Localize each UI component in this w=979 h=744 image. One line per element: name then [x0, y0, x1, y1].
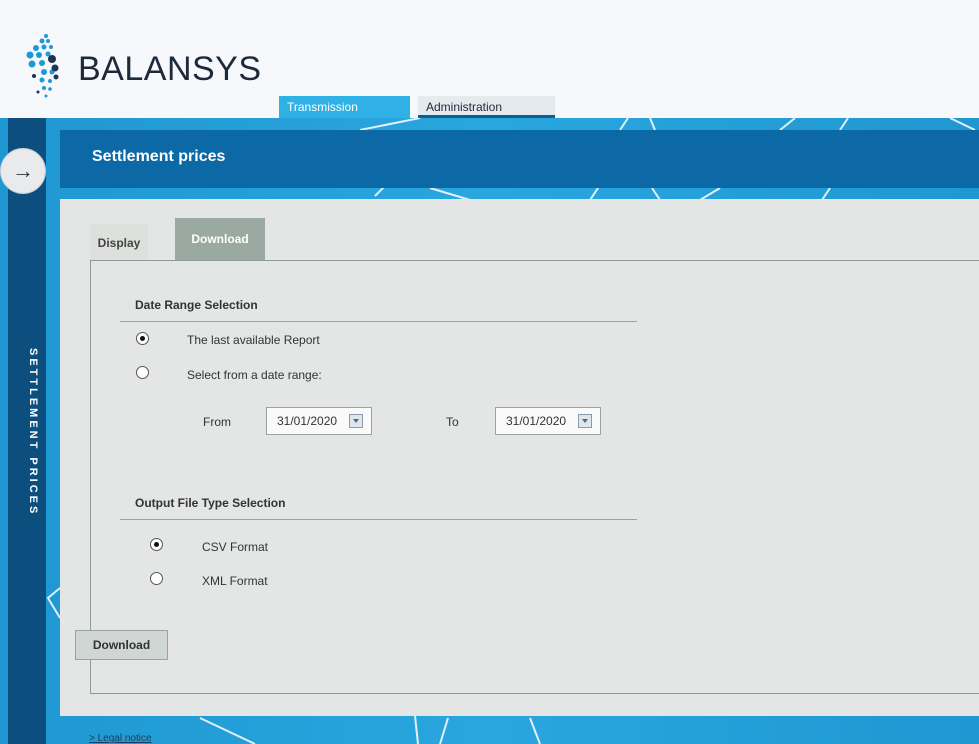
output-type-title: Output File Type Selection: [135, 496, 286, 510]
radio-xml[interactable]: [150, 572, 163, 585]
tab-download[interactable]: Download: [175, 218, 265, 260]
brand-name: BALANSYS: [78, 50, 262, 88]
csv-label: CSV Format: [202, 540, 269, 554]
download-form: [90, 260, 979, 694]
nav-tab-administration[interactable]: Administration: [418, 96, 555, 118]
xml-label: XML Format: [202, 574, 268, 588]
to-date-picker-icon[interactable]: [578, 414, 592, 428]
balansys-logo-icon: [26, 34, 59, 98]
last-report-label: The last available Report: [187, 333, 320, 347]
page-title-bar: Settlement prices: [60, 130, 979, 188]
from-date-picker-icon[interactable]: [349, 414, 363, 428]
date-range-divider: [120, 321, 637, 322]
app-header: BALANSYS Transmission Administration: [0, 0, 979, 118]
nav-tab-transmission[interactable]: Transmission: [279, 96, 410, 118]
from-date-field[interactable]: 31/01/2020: [266, 407, 372, 435]
to-date-value: 31/01/2020: [506, 414, 567, 428]
date-range-label: Select from a date range:: [187, 368, 322, 382]
main-panel: Display Download: [60, 199, 979, 716]
from-date-value: 31/01/2020: [277, 414, 338, 428]
from-label: From: [203, 415, 231, 429]
legal-notice-link[interactable]: > Legal notice: [89, 733, 152, 744]
download-button[interactable]: Download: [75, 630, 168, 660]
output-type-divider: [120, 519, 637, 520]
radio-date-range[interactable]: [136, 366, 149, 379]
to-label: To: [446, 415, 459, 429]
date-range-title: Date Range Selection: [135, 298, 258, 312]
sidebar-label: SETTLEMENT PRICES: [27, 348, 39, 517]
top-navigation: Transmission Administration: [279, 96, 555, 118]
left-sidebar: SETTLEMENT PRICES: [8, 118, 46, 744]
radio-last-report[interactable]: [136, 332, 149, 345]
page-title: Settlement prices: [92, 148, 226, 165]
expand-sidebar-arrow-icon[interactable]: →: [0, 148, 46, 194]
radio-csv[interactable]: [150, 538, 163, 551]
to-date-field[interactable]: 31/01/2020: [495, 407, 601, 435]
tab-display[interactable]: Display: [90, 224, 148, 260]
